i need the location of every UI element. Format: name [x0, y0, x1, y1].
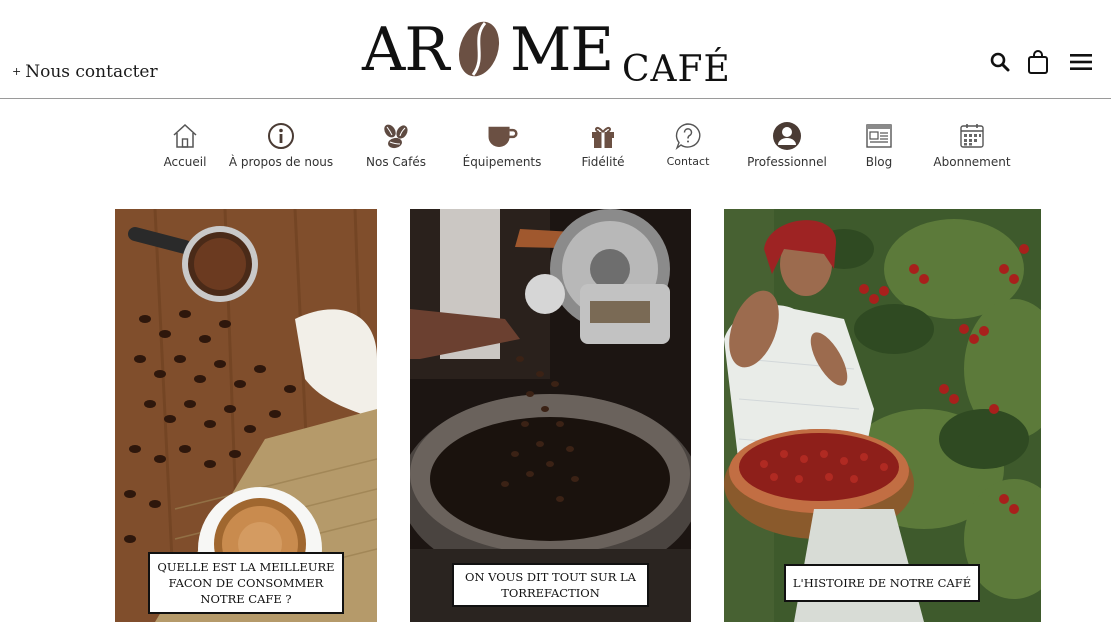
logo-text-me: ME: [510, 15, 614, 85]
nav-label: Accueil: [163, 155, 207, 169]
logo-text-cafe: CAFÉ: [622, 49, 731, 90]
newspaper-icon: [863, 120, 895, 152]
nav-item-nos-cafes[interactable]: Nos Cafés: [366, 120, 426, 176]
nav-label: Nos Cafés: [366, 155, 426, 169]
coffee-roaster-photo: [410, 209, 691, 622]
nav-label: Blog: [865, 155, 893, 169]
coffee-cup-icon: [486, 120, 518, 152]
nav-item-contact[interactable]: Contact: [665, 120, 711, 176]
contact-link-label: Nous contacter: [25, 62, 158, 82]
coffee-harvest-photo: [724, 209, 1041, 622]
nav-item-professionnel[interactable]: Professionnel: [747, 120, 827, 176]
question-bubble-icon: [672, 120, 704, 152]
contact-link[interactable]: + Nous contacter: [12, 62, 158, 82]
nav-item-a-propos[interactable]: À propos de nous: [228, 120, 334, 176]
nav-label: Équipements: [462, 155, 542, 169]
nav-label: À propos de nous: [228, 155, 334, 169]
card-label: L'HISTOIRE DE NOTRE CAFÉ: [784, 564, 980, 602]
nav-item-equipements[interactable]: Équipements: [462, 120, 542, 176]
category-nav: Accueil À propos de nous Nos Cafés Équip…: [0, 120, 1111, 180]
card-label: QUELLE EST LA MEILLEURE FACON DE CONSOMM…: [148, 552, 344, 614]
blog-card-histoire[interactable]: L'HISTOIRE DE NOTRE CAFÉ: [724, 209, 1041, 622]
coffee-beans-icon: [380, 120, 412, 152]
brand-logo[interactable]: AR ME CAFÉ: [362, 14, 742, 90]
nav-label: Fidélité: [581, 155, 625, 169]
nav-label: Contact: [666, 155, 710, 168]
nav-label: Abonnement: [933, 155, 1011, 169]
gift-icon: [587, 120, 619, 152]
home-icon: [169, 120, 201, 152]
coffee-bean-logo-icon: [458, 21, 500, 77]
shopping-bag-icon[interactable]: [1025, 48, 1051, 76]
user-circle-icon: [771, 120, 803, 152]
nav-item-abonnement[interactable]: Abonnement: [931, 120, 1013, 176]
nav-item-fidelite[interactable]: Fidélité: [580, 120, 626, 176]
plus-icon: +: [12, 65, 22, 78]
blog-card-torrefaction[interactable]: ON VOUS DIT TOUT SUR LA TORREFACTION: [410, 209, 691, 622]
nav-label: Professionnel: [747, 155, 827, 169]
nav-item-accueil[interactable]: Accueil: [163, 120, 207, 176]
card-label: ON VOUS DIT TOUT SUR LA TORREFACTION: [452, 563, 649, 607]
info-icon: [265, 120, 297, 152]
nav-item-blog[interactable]: Blog: [861, 120, 897, 176]
calendar-icon: [956, 120, 988, 152]
site-header: + Nous contacter AR ME CAFÉ: [0, 0, 1111, 99]
search-icon[interactable]: [987, 48, 1013, 76]
hamburger-menu-icon[interactable]: [1068, 48, 1094, 76]
blog-card-consommer[interactable]: QUELLE EST LA MEILLEURE FACON DE CONSOMM…: [115, 209, 377, 622]
logo-text-ar: AR: [362, 15, 450, 85]
